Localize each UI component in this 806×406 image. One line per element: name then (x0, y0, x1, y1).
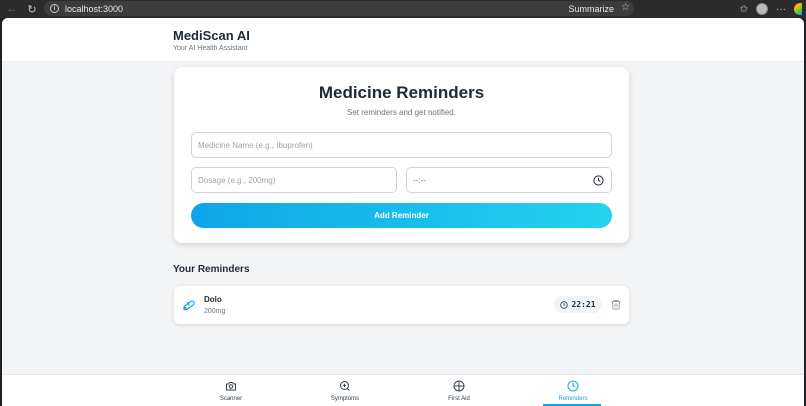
clock-icon (567, 380, 579, 392)
nav-label-reminders: Reminders (558, 396, 588, 402)
address-bar[interactable]: i localhost:3000 Summarize ☆ (44, 1, 634, 16)
nav-label-scanner: Scanner (219, 396, 243, 402)
app-title: MediScan AI (173, 28, 250, 43)
pill-icon (183, 300, 195, 311)
reminder-name: Dolo (204, 295, 222, 304)
nav-tab-reminders[interactable]: Reminders (543, 375, 603, 406)
small-clock-icon (560, 300, 569, 309)
reminder-item: Dolo 200mg 22:21 (174, 286, 629, 324)
plus-circle-icon (453, 380, 465, 392)
add-reminder-button[interactable]: Add Reminder (191, 203, 612, 228)
nav-tab-scanner[interactable]: Scanner (201, 375, 261, 406)
url-text: localhost:3000 (65, 3, 124, 14)
summarize-button[interactable]: Summarize (568, 4, 614, 14)
copilot-icon[interactable] (794, 3, 802, 15)
form-title: Medicine Reminders (318, 83, 485, 102)
camera-icon (226, 382, 236, 391)
time-input-value: --:-- (413, 175, 426, 185)
symptom-search-icon (340, 381, 350, 391)
more-menu-icon[interactable]: ··· (776, 4, 786, 15)
form-subtitle: Set reminders and get notified. (347, 108, 456, 117)
reminders-section-title: Your Reminders (173, 264, 250, 275)
clock-icon[interactable] (593, 175, 604, 186)
site-info-icon[interactable]: i (50, 4, 59, 13)
reminder-dosage: 200mg (204, 308, 226, 315)
reminder-form-card: Medicine Reminders Set reminders and get… (174, 67, 629, 243)
favorites-icon[interactable]: ✩ (740, 4, 748, 15)
bottom-nav: Scanner Symptoms First Aid Reminders (2, 374, 804, 406)
nav-label-symptoms: Symptoms (330, 396, 360, 402)
profile-avatar[interactable] (756, 3, 768, 15)
browser-toolbar: ← ↻ i localhost:3000 Summarize ☆ ✩ ··· (0, 0, 806, 18)
reminder-time-badge: 22:21 (554, 296, 602, 313)
nav-label-first-aid: First Aid (448, 396, 470, 402)
time-input[interactable]: --:-- (406, 167, 612, 193)
trash-icon[interactable] (610, 298, 622, 311)
medicine-name-input[interactable] (191, 132, 612, 158)
nav-tab-first-aid[interactable]: First Aid (429, 375, 489, 406)
reminder-time: 22:21 (571, 300, 596, 309)
app-header: MediScan AI Your AI Health Assistant (2, 18, 804, 62)
nav-tab-symptoms[interactable]: Symptoms (315, 375, 375, 406)
dosage-input[interactable] (191, 167, 397, 193)
bookmark-star-icon[interactable]: ☆ (621, 2, 630, 13)
back-icon[interactable]: ← (4, 1, 20, 17)
reload-icon[interactable]: ↻ (24, 1, 40, 17)
app-subtitle: Your AI Health Assistant (173, 45, 248, 52)
app-page: MediScan AI Your AI Health Assistant Med… (2, 18, 804, 406)
